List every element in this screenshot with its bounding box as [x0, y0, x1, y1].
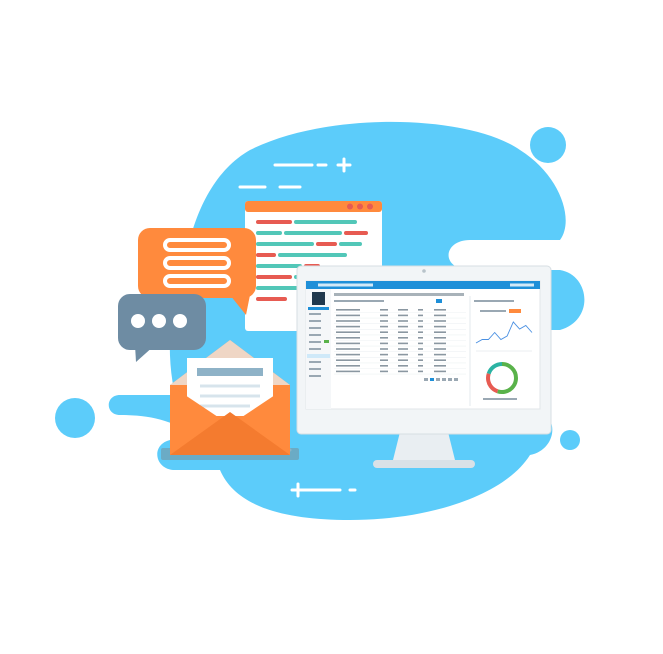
illustration-scene	[0, 0, 663, 650]
decor-circle-top-right	[530, 127, 566, 163]
decor-circle-left	[55, 398, 95, 438]
illustration-canvas	[55, 121, 585, 521]
decor-circle-right	[560, 430, 580, 450]
